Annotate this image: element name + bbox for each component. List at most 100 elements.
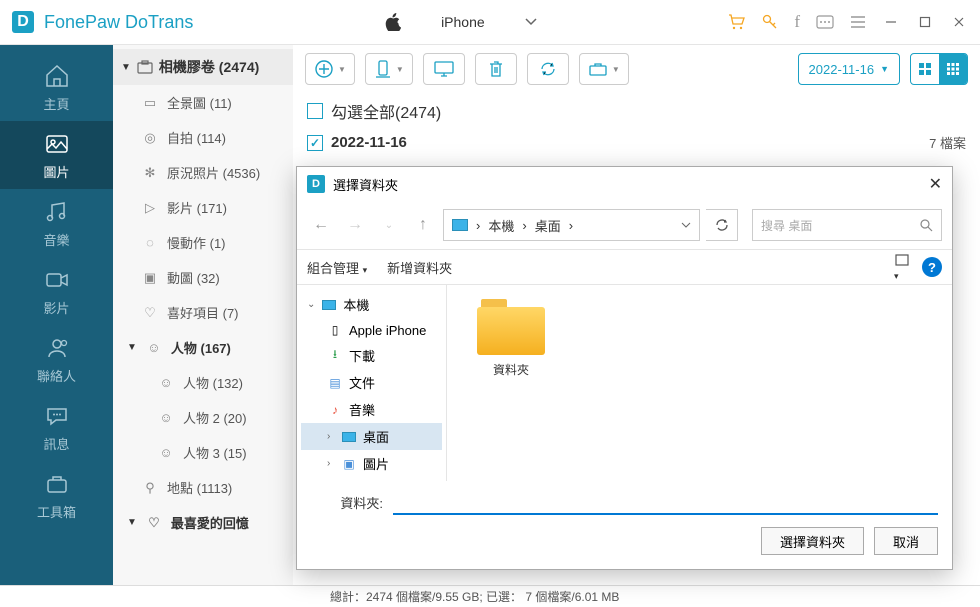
location-icon: ⚲ <box>141 480 159 496</box>
nav-back-button[interactable]: ← <box>307 211 335 239</box>
facebook-icon[interactable]: f <box>794 12 800 32</box>
music-icon <box>43 198 71 226</box>
close-button[interactable] <box>950 13 968 31</box>
nav-videos[interactable]: 影片 <box>0 257 113 325</box>
new-folder-button[interactable]: 新增資料夾 <box>387 258 452 277</box>
minimize-button[interactable] <box>882 13 900 31</box>
nav-videos-label: 影片 <box>43 298 69 317</box>
maximize-button[interactable] <box>916 13 934 31</box>
export-to-device-button[interactable]: ▼ <box>365 53 413 85</box>
refresh-button[interactable] <box>527 53 569 85</box>
album-slomo[interactable]: ◌慢動作 (1) <box>113 225 293 260</box>
messages-icon <box>43 402 71 430</box>
nav-messages[interactable]: 訊息 <box>0 393 113 461</box>
path-breadcrumb[interactable]: › 本機 › 桌面 › <box>443 209 700 241</box>
select-all-checkbox[interactable] <box>307 103 323 119</box>
album-places[interactable]: ⚲地點 (1113) <box>113 470 293 505</box>
people-icon: ☺ <box>145 340 163 355</box>
slomo-icon: ◌ <box>141 235 159 250</box>
caret-down-icon: ▼ <box>396 65 404 74</box>
cancel-button[interactable]: 取消 <box>874 527 938 555</box>
key-icon[interactable] <box>762 14 778 30</box>
album-gifs[interactable]: ▣動圖 (32) <box>113 260 293 295</box>
monitor-icon <box>321 297 337 313</box>
delete-button[interactable] <box>475 53 517 85</box>
cart-icon[interactable] <box>728 14 746 30</box>
camera-roll-icon <box>137 60 153 74</box>
nav-up-button[interactable]: ↑ <box>409 211 437 239</box>
nav-music[interactable]: 音樂 <box>0 189 113 257</box>
nav-contacts-label: 聯絡人 <box>37 366 76 385</box>
feedback-icon[interactable] <box>816 15 834 29</box>
folder-item[interactable]: 資料夾 <box>461 299 561 378</box>
album-person-1[interactable]: ☺人物 (132) <box>113 365 293 400</box>
album-camera-roll[interactable]: ▼ 相機膠卷 (2474) <box>113 49 293 85</box>
device-selector[interactable]: iPhone <box>385 13 537 31</box>
select-folder-button[interactable]: 選擇資料夾 <box>761 527 864 555</box>
nav-contacts[interactable]: 聯絡人 <box>0 325 113 393</box>
album-live-photos[interactable]: ✻原況照片 (4536) <box>113 155 293 190</box>
organize-menu[interactable]: 組合管理 ▾ <box>307 258 367 277</box>
tree-music[interactable]: ♪音樂 <box>301 396 442 423</box>
chevron-down-icon <box>525 18 537 26</box>
folder-name-input[interactable] <box>393 489 938 515</box>
view-grid-small-button[interactable] <box>939 54 967 84</box>
tree-downloads[interactable]: ⭳下載 <box>301 342 442 369</box>
album-favorites[interactable]: ♡喜好項目 (7) <box>113 295 293 330</box>
nav-home[interactable]: 主頁 <box>0 53 113 121</box>
dialog-close-button[interactable]: ✕ <box>929 174 942 194</box>
date-filter-button[interactable]: 2022-11-16▼ <box>798 53 900 85</box>
album-people-header[interactable]: ▼ ☺ 人物 (167) <box>113 330 293 365</box>
export-to-pc-button[interactable] <box>423 53 465 85</box>
tree-apple-iphone[interactable]: ▯Apple iPhone <box>301 318 442 342</box>
date-group-checkbox[interactable]: ✓ <box>307 135 323 151</box>
tree-documents[interactable]: ▤文件 <box>301 369 442 396</box>
chevron-down-icon[interactable] <box>681 222 691 228</box>
triangle-down-icon: ▼ <box>127 517 137 528</box>
add-button[interactable]: ▼ <box>305 53 355 85</box>
triangle-down-icon: ▼ <box>127 342 137 353</box>
chevron-right-icon: › <box>327 458 335 469</box>
tree-pictures[interactable]: ›▣圖片 <box>301 450 442 477</box>
heart-icon: ♡ <box>145 515 163 531</box>
date-group-count: 7 檔案 <box>929 133 966 152</box>
tree-desktop[interactable]: ›桌面 <box>301 423 442 450</box>
album-person-3[interactable]: ☺人物 3 (15) <box>113 435 293 470</box>
dialog-footer: 資料夾: 選擇資料夾 取消 <box>297 481 952 569</box>
album-videos[interactable]: ▷影片 (171) <box>113 190 293 225</box>
search-field[interactable]: 搜尋 桌面 <box>752 209 942 241</box>
album-selfies[interactable]: ◎自拍 (114) <box>113 120 293 155</box>
caret-down-icon: ▾ <box>363 265 368 275</box>
path-root[interactable]: 本機 <box>488 216 514 235</box>
tree-this-pc[interactable]: ⌄ 本機 <box>301 291 442 318</box>
contacts-icon <box>43 334 71 362</box>
dialog-titlebar: D 選擇資料夾 ✕ <box>297 167 952 201</box>
nav-home-label: 主頁 <box>43 94 69 113</box>
album-panoramas[interactable]: ▭全景圖 (11) <box>113 85 293 120</box>
nav-photos[interactable]: 圖片 <box>0 121 113 189</box>
select-all-row[interactable]: 勾選全部(2474) <box>293 93 980 129</box>
nav-recent-button[interactable]: ⌄ <box>375 211 403 239</box>
toolbox-button[interactable]: ▼ <box>579 53 629 85</box>
app-title: FonePaw DoTrans <box>44 12 193 33</box>
nav-forward-button[interactable]: → <box>341 211 369 239</box>
live-photo-icon: ✻ <box>141 165 159 181</box>
nav-toolkit[interactable]: 工具箱 <box>0 461 113 529</box>
date-group-row[interactable]: ✓ 2022-11-16 7 檔案 <box>293 129 980 156</box>
download-icon: ⭳ <box>327 348 343 364</box>
album-memories-header[interactable]: ▼ ♡ 最喜愛的回憶 <box>113 505 293 540</box>
view-grid-large-button[interactable] <box>911 54 939 84</box>
nav-toolkit-label: 工具箱 <box>37 502 76 521</box>
status-bar: 總計：2474 個檔案/9.55 GB; 已選： 7 個檔案/6.01 MB <box>0 585 980 607</box>
path-separator: › <box>569 218 573 233</box>
help-button[interactable]: ? <box>922 257 942 277</box>
path-leaf[interactable]: 桌面 <box>535 216 561 235</box>
dialog-nav-bar: ← → ⌄ ↑ › 本機 › 桌面 › 搜尋 桌面 <box>297 201 952 249</box>
menu-icon[interactable] <box>850 15 866 29</box>
apple-icon <box>385 13 401 31</box>
refresh-path-button[interactable] <box>706 209 738 241</box>
album-person-2[interactable]: ☺人物 2 (20) <box>113 400 293 435</box>
content-toolbar: ▼ ▼ ▼ 2022-11-16▼ <box>293 45 980 93</box>
view-options-button[interactable]: ▾ <box>894 253 910 282</box>
file-pane[interactable]: 資料夾 <box>447 285 952 481</box>
